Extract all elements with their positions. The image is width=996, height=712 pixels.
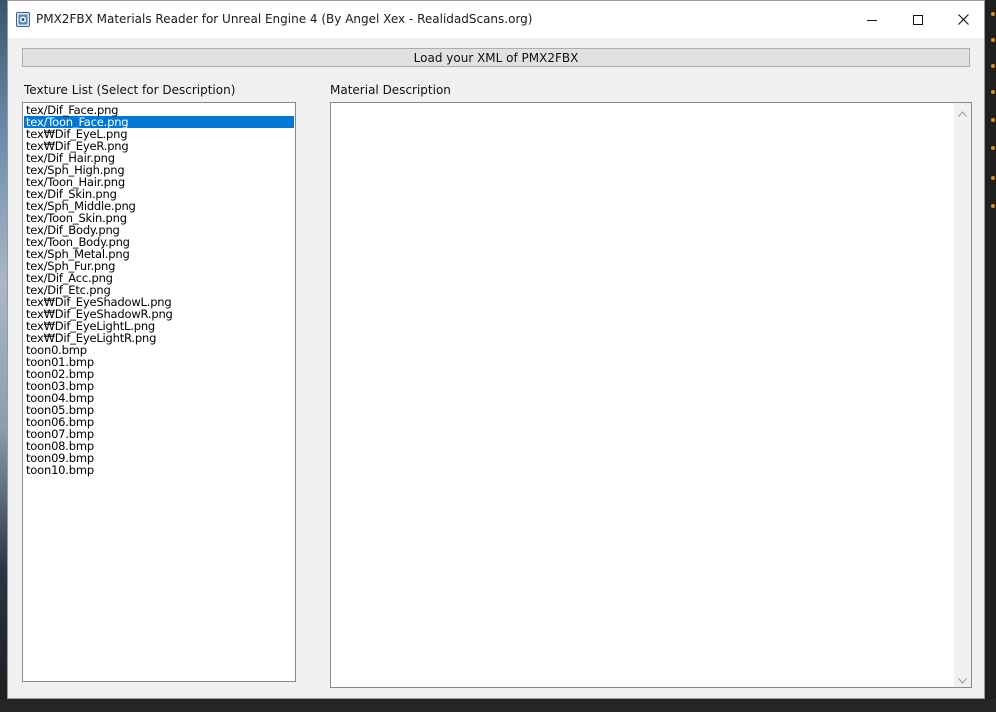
app-icon — [16, 12, 30, 27]
background-marker — [991, 12, 995, 16]
texture-list[interactable]: tex/Dif_Face.png tex/Toon_Face.png tex₩Dif… — [22, 102, 296, 682]
maximize-icon — [913, 10, 923, 29]
close-icon — [957, 10, 969, 29]
scroll-down-button[interactable] — [954, 670, 971, 687]
background-marker — [991, 118, 995, 122]
load-xml-button[interactable]: Load your XML of PMX2FBX — [22, 48, 970, 67]
close-button[interactable] — [940, 1, 986, 38]
background-marker — [991, 146, 995, 150]
material-description-label: Material Description — [330, 83, 451, 97]
background-marker — [991, 90, 995, 94]
minimize-button[interactable] — [849, 1, 895, 38]
texture-list-item[interactable]: toon10.bmp — [24, 464, 294, 476]
desktop-background-right — [985, 0, 996, 712]
minimize-icon — [867, 10, 877, 29]
background-marker — [991, 176, 995, 180]
vertical-scrollbar[interactable] — [954, 103, 971, 687]
desktop-background-bottom — [0, 699, 996, 712]
maximize-button[interactable] — [895, 1, 941, 38]
texture-list-label: Texture List (Select for Description) — [24, 83, 236, 97]
window-title: PMX2FBX Materials Reader for Unreal Engi… — [36, 12, 533, 26]
title-bar[interactable]: PMX2FBX Materials Reader for Unreal Engi… — [8, 1, 984, 38]
material-description-field[interactable] — [330, 102, 972, 688]
chevron-down-icon — [958, 669, 967, 688]
chevron-up-icon — [958, 102, 967, 121]
desktop-background-left — [0, 0, 7, 712]
background-marker — [991, 204, 995, 208]
background-marker — [991, 38, 995, 42]
app-window: PMX2FBX Materials Reader for Unreal Engi… — [7, 0, 985, 699]
scroll-up-button[interactable] — [954, 103, 971, 120]
background-marker — [991, 64, 995, 68]
